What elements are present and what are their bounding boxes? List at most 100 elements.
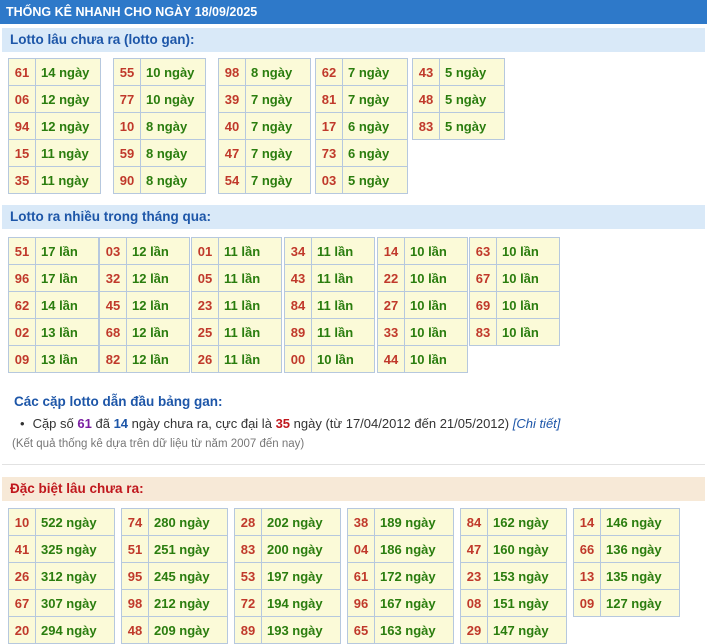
table-row: 26 312 ngày (8, 562, 115, 590)
leading-pair: 61 (77, 416, 92, 431)
lotto-count: 12 ngày (35, 112, 101, 140)
special-group: 14 146 ngày 66 136 ngày 13 135 ngày 09 127 ngày (573, 508, 680, 617)
lotto-count: 127 ngày (600, 589, 680, 617)
lotto-number: 98 (218, 58, 246, 86)
table-row: 04 186 ngày (347, 535, 454, 563)
lotto-count: 151 ngày (487, 589, 567, 617)
table-row: 81 7 ngày (315, 85, 408, 113)
lotto-count: 146 ngày (600, 508, 680, 536)
table-row: 34 11 lần (284, 237, 375, 265)
lotto-number: 59 (113, 139, 141, 167)
lotto-number: 51 (8, 237, 36, 265)
lotto-count: 10 lần (496, 264, 560, 292)
lotto-count: 11 lần (218, 237, 282, 265)
lotto-number: 43 (284, 264, 312, 292)
lotto-number: 39 (218, 85, 246, 113)
section-title-frequent: Lotto ra nhiều trong tháng qua: (2, 205, 705, 229)
table-row: 61 14 ngày (8, 58, 101, 86)
lotto-count: 12 ngày (35, 85, 101, 113)
lotto-number: 84 (460, 508, 488, 536)
lotto-count: 251 ngày (148, 535, 228, 563)
lotto-number: 10 (113, 112, 141, 140)
detail-link[interactable]: [Chi tiết] (513, 416, 561, 431)
leading-title: Các cặp lotto dẫn đầu bảng gan: (14, 394, 223, 409)
frequent-group: 01 11 lần 05 11 lần 23 11 lần 25 11 lần 26 11 lần (191, 237, 282, 373)
table-row: 10 8 ngày (113, 112, 206, 140)
lotto-count: 8 ngày (140, 166, 206, 194)
lotto-count: 10 ngày (140, 58, 206, 86)
lotto-number: 35 (8, 166, 36, 194)
lotto-number: 98 (121, 589, 149, 617)
lotto-count: 200 ngày (261, 535, 341, 563)
lotto-number: 08 (460, 589, 488, 617)
lotto-count: 162 ngày (487, 508, 567, 536)
table-row: 38 189 ngày (347, 508, 454, 536)
special-group: 10 522 ngày 41 325 ngày 26 312 ngày 67 307 ngày… (8, 508, 115, 644)
lotto-count: 11 lần (218, 291, 282, 319)
lotto-number: 27 (377, 291, 405, 319)
table-row: 61 172 ngày (347, 562, 454, 590)
lotto-count: 312 ngày (35, 562, 115, 590)
table-row: 67 10 lần (469, 264, 560, 292)
table-row: 41 325 ngày (8, 535, 115, 563)
lotto-number: 67 (469, 264, 497, 292)
lotto-number: 94 (8, 112, 36, 140)
lotto-number: 01 (191, 237, 219, 265)
table-row: 33 10 lần (377, 318, 468, 346)
table-row: 13 135 ngày (573, 562, 680, 590)
table-row: 55 10 ngày (113, 58, 206, 86)
lotto-number: 00 (284, 345, 312, 373)
lotto-number: 68 (99, 318, 127, 346)
table-row: 62 14 lần (8, 291, 99, 319)
lotto-number: 96 (347, 589, 375, 617)
table-row: 74 280 ngày (121, 508, 228, 536)
table-row: 73 6 ngày (315, 139, 408, 167)
lotto-number: 61 (8, 58, 36, 86)
frequent-group: 03 12 lần 32 12 lần 45 12 lần 68 12 lần 82 12 lần (99, 237, 190, 373)
lotto-number: 55 (113, 58, 141, 86)
lotto-count: 136 ngày (600, 535, 680, 563)
table-row: 94 12 ngày (8, 112, 101, 140)
frequent-group: 51 17 lần 96 17 lần 62 14 lần 02 13 lần 09 13 lần (8, 237, 99, 373)
lotto-number: 65 (347, 616, 375, 644)
table-row: 20 294 ngày (8, 616, 115, 644)
lotto-count: 10 lần (311, 345, 375, 373)
lotto-count: 10 lần (404, 291, 468, 319)
lotto-count: 12 lần (126, 318, 190, 346)
lotto-count: 11 lần (311, 264, 375, 292)
table-row: 45 12 lần (99, 291, 190, 319)
table-row: 29 147 ngày (460, 616, 567, 644)
lotto-count: 193 ngày (261, 616, 341, 644)
lotto-number: 82 (99, 345, 127, 373)
table-row: 47 160 ngày (460, 535, 567, 563)
table-row: 62 7 ngày (315, 58, 408, 86)
lotto-count: 17 lần (35, 237, 99, 265)
leading-mid1: đã (95, 416, 110, 431)
lotto-number: 33 (377, 318, 405, 346)
table-row: 05 11 lần (191, 264, 282, 292)
table-row: 23 153 ngày (460, 562, 567, 590)
special-group: 84 162 ngày 47 160 ngày 23 153 ngày 08 151 ngày… (460, 508, 567, 644)
lotto-count: 6 ngày (342, 139, 408, 167)
lotto-count: 8 ngày (140, 139, 206, 167)
special-group: 38 189 ngày 04 186 ngày 61 172 ngày 96 167 ngày… (347, 508, 454, 644)
lotto-number: 66 (573, 535, 601, 563)
lotto-number: 40 (218, 112, 246, 140)
lotto-number: 90 (113, 166, 141, 194)
lotto-number: 10 (8, 508, 36, 536)
lotto-number: 73 (315, 139, 343, 167)
lotto-count: 5 ngày (439, 58, 505, 86)
table-row: 47 7 ngày (218, 139, 311, 167)
lotto-number: 20 (8, 616, 36, 644)
frequent-group: 14 10 lần 22 10 lần 27 10 lần 33 10 lần 44 10 lần (377, 237, 468, 373)
lotto-count: 6 ngày (342, 112, 408, 140)
table-row: 59 8 ngày (113, 139, 206, 167)
table-row: 15 11 ngày (8, 139, 101, 167)
lotto-number: 83 (234, 535, 262, 563)
lotto-number: 04 (347, 535, 375, 563)
lotto-number: 15 (8, 139, 36, 167)
lotto-count: 167 ngày (374, 589, 454, 617)
lotto-number: 17 (315, 112, 343, 140)
lotto-number: 74 (121, 508, 149, 536)
table-row: 51 17 lần (8, 237, 99, 265)
